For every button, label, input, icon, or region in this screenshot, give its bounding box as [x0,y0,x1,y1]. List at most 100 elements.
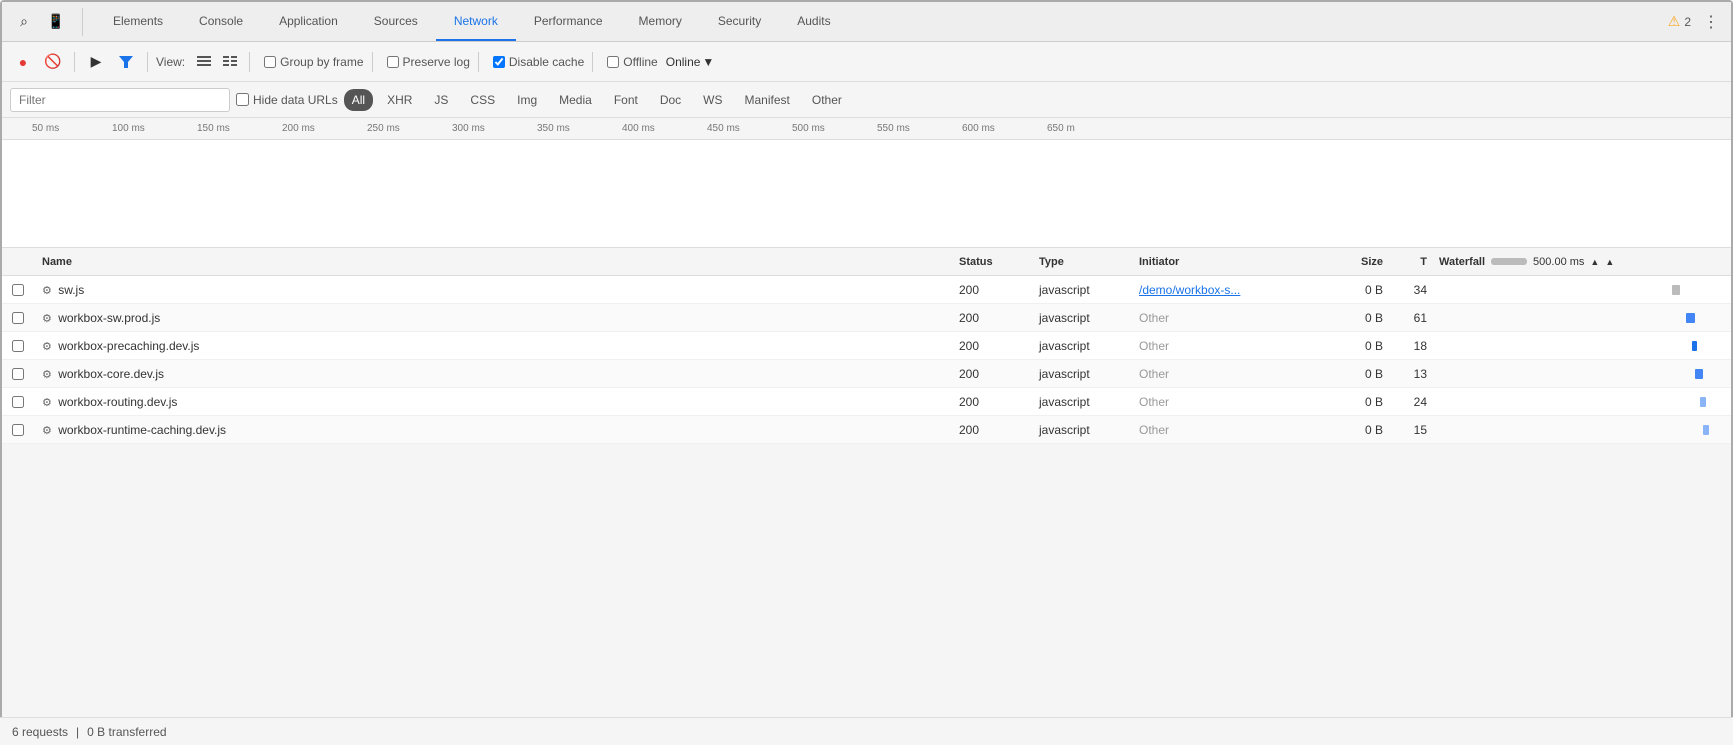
ruler-mark-13: 650 m [1047,123,1075,134]
filter-input[interactable] [10,88,230,112]
row-name: ⚙ workbox-precaching.dev.js [34,339,951,353]
filter-type-css[interactable]: CSS [462,89,503,111]
warning-badge[interactable]: ⚠ 2 [1668,13,1691,30]
disable-cache-checkbox[interactable] [493,56,505,68]
record-button[interactable]: ● [10,49,36,75]
device-icon-btn[interactable]: 📱 [42,8,70,36]
hide-data-urls-label[interactable]: Hide data URLs [236,93,338,107]
disable-cache-label[interactable]: Disable cache [493,55,584,69]
tab-sources[interactable]: Sources [356,2,436,41]
group-by-frame-checkbox[interactable] [264,56,276,68]
service-worker-icon: ⚙ [42,313,52,325]
table-row[interactable]: ⚙ sw.js 200 javascript /demo/workbox-s..… [2,276,1731,304]
row-time: 24 [1391,395,1431,409]
timeline-content [2,140,1731,248]
service-worker-icon: ⚙ [42,369,52,381]
tab-security[interactable]: Security [700,2,779,41]
offline-checkbox[interactable] [607,56,619,68]
tab-memory[interactable]: Memory [621,2,700,41]
row-name: ⚙ sw.js [34,283,951,297]
tab-audits[interactable]: Audits [779,2,848,41]
tab-application[interactable]: Application [261,2,356,41]
table-row[interactable]: ⚙ workbox-routing.dev.js 200 javascript … [2,388,1731,416]
row-checkbox-col[interactable] [2,368,34,380]
row-type: javascript [1031,283,1131,297]
row-checkbox-col[interactable] [2,396,34,408]
filter-type-font[interactable]: Font [606,89,646,111]
filter-type-other[interactable]: Other [804,89,850,111]
row-checkbox[interactable] [12,284,24,296]
header-status[interactable]: Status [951,256,1031,268]
row-checkbox[interactable] [12,368,24,380]
request-count: 6 requests [12,725,68,739]
table-row[interactable]: ⚙ workbox-runtime-caching.dev.js 200 jav… [2,416,1731,444]
row-checkbox[interactable] [12,424,24,436]
row-checkbox[interactable] [12,312,24,324]
row-time: 15 [1391,423,1431,437]
ruler-mark-10: 500 ms [792,123,825,134]
row-name: ⚙ workbox-routing.dev.js [34,395,951,409]
filter-type-ws[interactable]: WS [695,89,730,111]
record-icon: ● [19,54,27,70]
filter-button[interactable] [113,49,139,75]
capture-screenshot-button[interactable]: ▶ [83,49,109,75]
row-size: 0 B [1311,339,1391,353]
row-checkbox-col[interactable] [2,340,34,352]
tab-elements[interactable]: Elements [95,2,181,41]
row-checkbox[interactable] [12,340,24,352]
row-checkbox[interactable] [12,396,24,408]
row-name: ⚙ workbox-core.dev.js [34,367,951,381]
header-type[interactable]: Type [1031,256,1131,268]
row-checkbox-col[interactable] [2,284,34,296]
cursor-icon-btn[interactable]: ⌕ [10,8,38,36]
row-waterfall [1431,422,1731,438]
table-row[interactable]: ⚙ workbox-precaching.dev.js 200 javascri… [2,332,1731,360]
table-row[interactable]: ⚙ workbox-sw.prod.js 200 javascript Othe… [2,304,1731,332]
separator-3 [249,52,250,72]
status-bar: 6 requests | 0 B transferred [0,717,1733,745]
group-by-frame-label[interactable]: Group by frame [264,55,363,69]
more-options-button[interactable]: ⋮ [1699,10,1723,34]
filter-type-xhr[interactable]: XHR [379,89,420,111]
table-row[interactable]: ⚙ workbox-core.dev.js 200 javascript Oth… [2,360,1731,388]
preserve-log-label[interactable]: Preserve log [387,55,470,69]
filter-type-media[interactable]: Media [551,89,600,111]
three-dot-icon: ⋮ [1703,12,1719,32]
row-checkbox-col[interactable] [2,424,34,436]
filter-type-manifest[interactable]: Manifest [737,89,798,111]
tab-console[interactable]: Console [181,2,261,41]
tab-network[interactable]: Network [436,2,516,41]
waterfall-scrollbar-indicator [1491,258,1527,265]
preserve-log-checkbox[interactable] [387,56,399,68]
ruler-mark-11: 550 ms [877,123,910,134]
service-worker-icon: ⚙ [42,341,52,353]
filter-type-all[interactable]: All [344,89,373,111]
ruler-mark-6: 300 ms [452,123,485,134]
row-size: 0 B [1311,367,1391,381]
header-size[interactable]: Size [1311,256,1391,268]
row-size: 0 B [1311,395,1391,409]
network-throttle-dropdown[interactable]: Online ▼ [662,53,719,71]
header-waterfall[interactable]: Waterfall 500.00 ms ▲ [1431,256,1731,268]
filter-type-img[interactable]: Img [509,89,545,111]
offline-label[interactable]: Offline [607,55,657,69]
row-checkbox-col[interactable] [2,312,34,324]
header-name[interactable]: Name [34,256,951,268]
row-type: javascript [1031,311,1131,325]
tree-view-button[interactable] [219,51,241,73]
filter-type-js[interactable]: JS [426,89,456,111]
transferred-size: 0 B transferred [87,725,166,739]
clear-button[interactable]: 🚫 [40,49,66,75]
filter-type-doc[interactable]: Doc [652,89,689,111]
list-view-button[interactable] [193,51,215,73]
header-time[interactable]: T [1391,256,1431,268]
row-initiator[interactable]: /demo/workbox-s... [1131,283,1311,297]
row-status: 200 [951,423,1031,437]
tab-performance[interactable]: Performance [516,2,621,41]
row-name: ⚙ workbox-runtime-caching.dev.js [34,423,951,437]
hide-data-urls-checkbox[interactable] [236,93,249,106]
table-body: ⚙ sw.js 200 javascript /demo/workbox-s..… [2,276,1731,719]
header-initiator[interactable]: Initiator [1131,256,1311,268]
camera-icon: ▶ [91,53,102,70]
row-initiator: Other [1131,311,1311,325]
